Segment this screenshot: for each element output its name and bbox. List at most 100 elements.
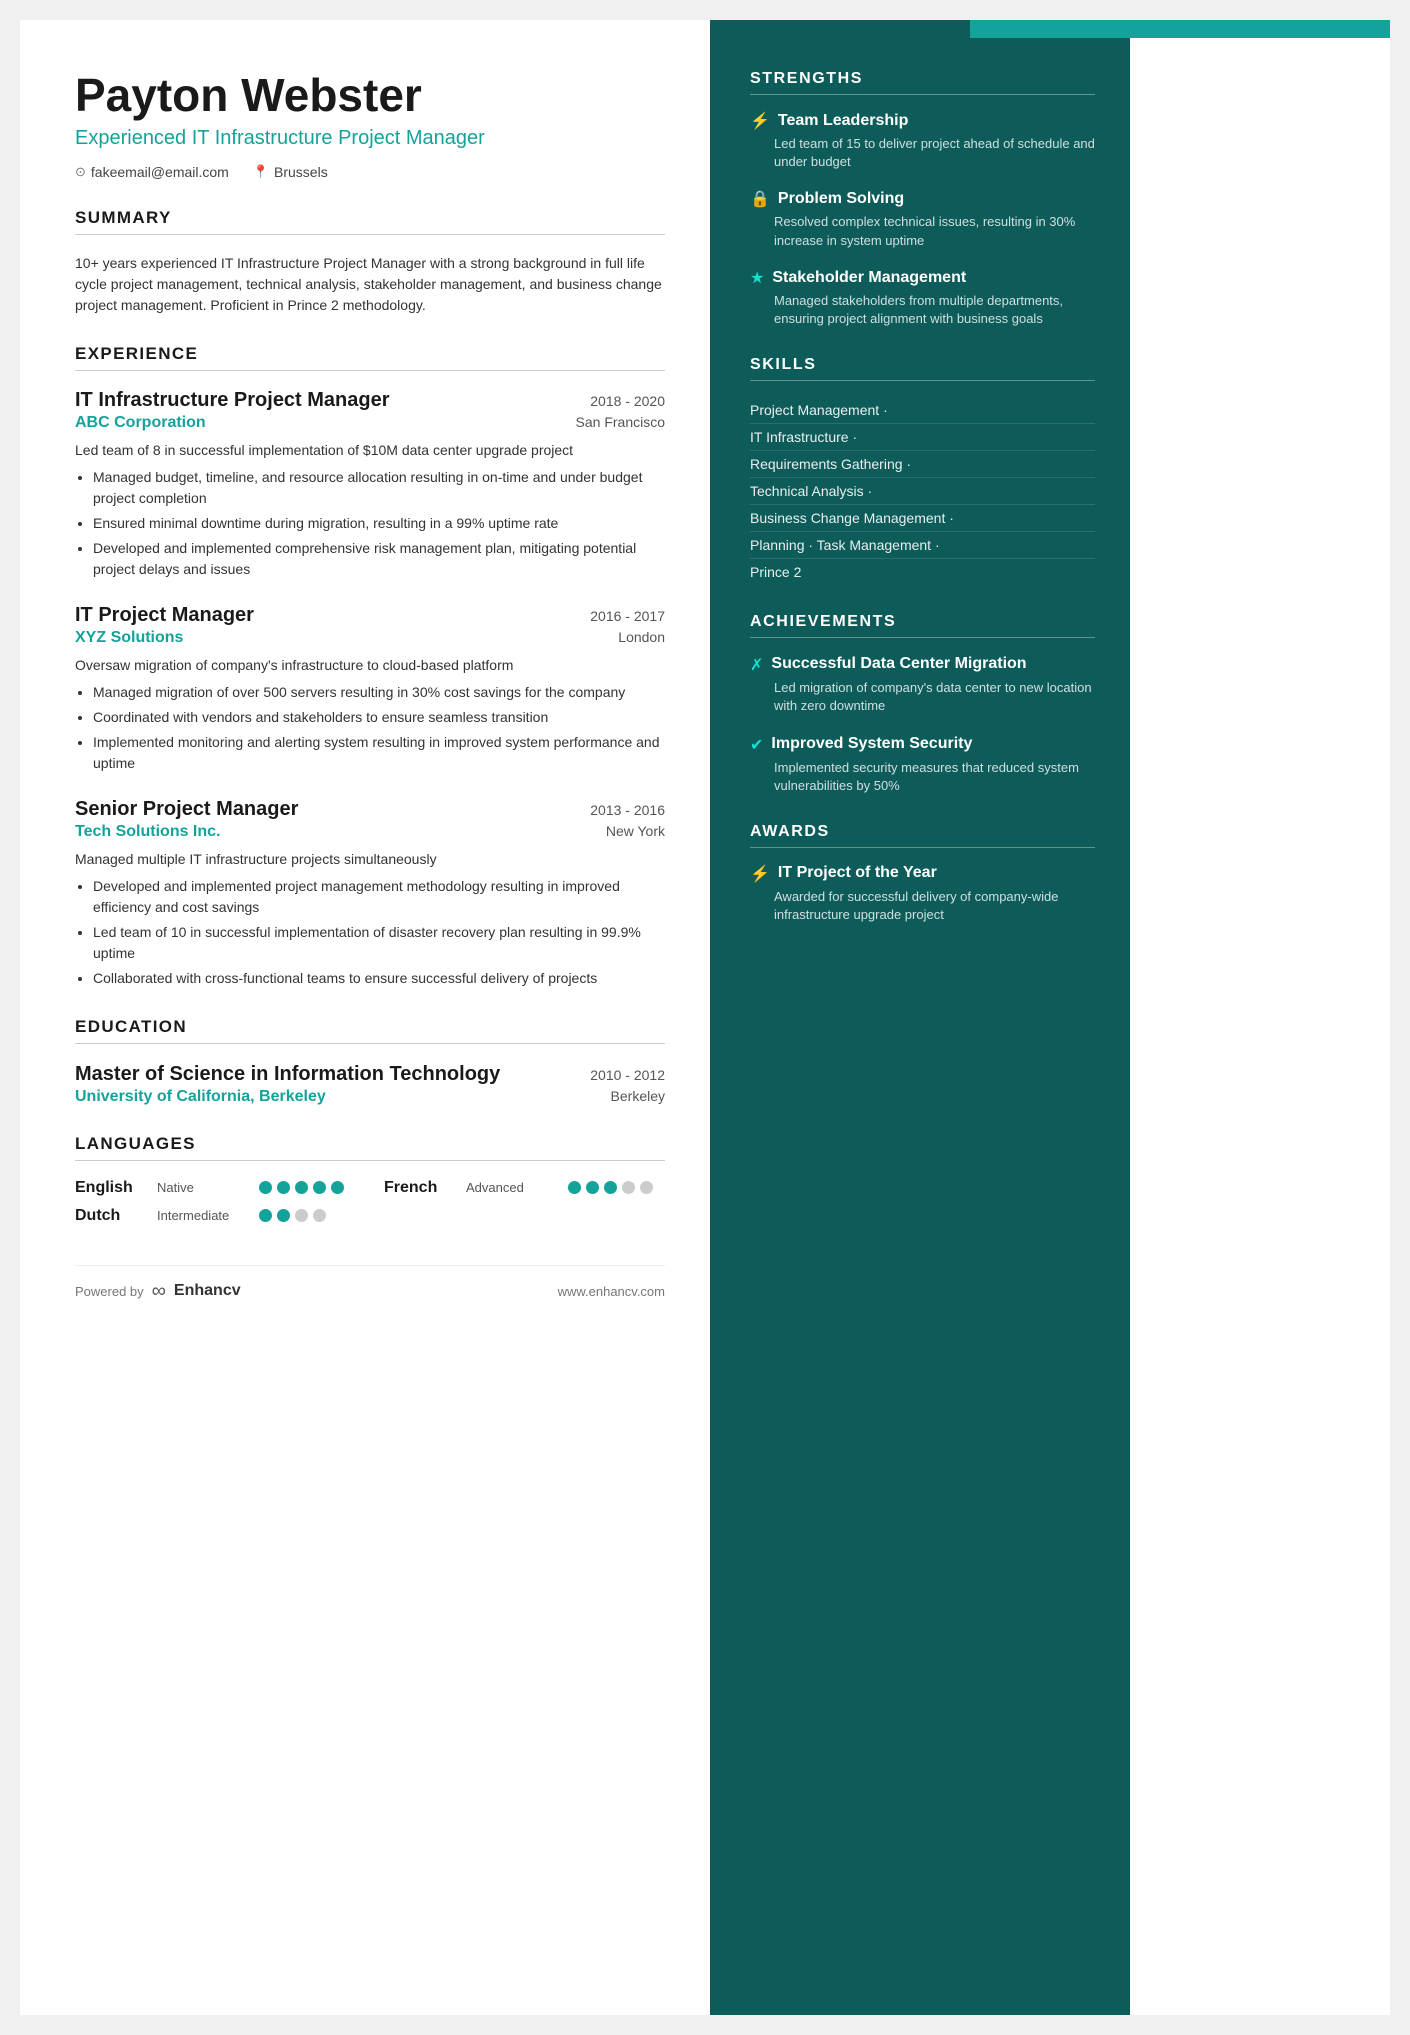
exp-title-1: IT Infrastructure Project Manager — [75, 389, 390, 412]
lang-dutch-level: Intermediate — [157, 1208, 247, 1223]
exp-sub-3: Tech Solutions Inc. New York — [75, 823, 665, 841]
strength-header-1: ⚡ Team Leadership — [750, 111, 1095, 131]
achievement-header-1: ✗ Successful Data Center Migration — [750, 654, 1095, 675]
strength-item-1: ⚡ Team Leadership Led team of 15 to deli… — [750, 111, 1095, 171]
summary-text: 10+ years experienced IT Infrastructure … — [75, 253, 665, 316]
achievement-desc-1: Led migration of company's data center t… — [750, 679, 1095, 715]
bullet-3-3: Collaborated with cross-functional teams… — [93, 968, 665, 989]
lang-dutch-name: Dutch — [75, 1207, 145, 1225]
exp-company-2: XYZ Solutions — [75, 629, 183, 647]
exp-header-1: IT Infrastructure Project Manager 2018 -… — [75, 389, 665, 412]
exp-header-3: Senior Project Manager 2013 - 2016 — [75, 798, 665, 821]
exp-desc-1: Led team of 8 in successful implementati… — [75, 440, 665, 461]
skill-3: Requirements Gathering · — [750, 451, 1095, 478]
exp-bullets-2: Managed migration of over 500 servers re… — [75, 682, 665, 774]
strength-desc-3: Managed stakeholders from multiple depar… — [750, 292, 1095, 328]
awards-section: AWARDS ⚡ IT Project of the Year Awarded … — [750, 823, 1095, 924]
dot — [277, 1209, 290, 1222]
enhancv-logo-icon: ∞ — [152, 1280, 166, 1303]
exp-bullets-1: Managed budget, timeline, and resource a… — [75, 467, 665, 580]
education-item-1: Master of Science in Information Technol… — [75, 1062, 665, 1106]
awards-title: AWARDS — [750, 823, 1095, 848]
dot — [277, 1181, 290, 1194]
skill-1: Project Management · — [750, 397, 1095, 424]
dot — [295, 1209, 308, 1222]
lang-dutch: Dutch Intermediate — [75, 1207, 326, 1225]
exp-company-1: ABC Corporation — [75, 414, 206, 432]
experience-title: EXPERIENCE — [75, 344, 665, 371]
award-name-1: IT Project of the Year — [778, 864, 937, 882]
strengths-title: STRENGTHS — [750, 70, 1095, 95]
achievement-item-2: ✔ Improved System Security Implemented s… — [750, 734, 1095, 795]
exp-location-1: San Francisco — [576, 414, 665, 430]
strength-header-2: 🔒 Problem Solving — [750, 189, 1095, 209]
powered-by-text: Powered by — [75, 1284, 144, 1299]
edu-degree-1: Master of Science in Information Technol… — [75, 1062, 500, 1086]
lang-english: English Native — [75, 1179, 344, 1197]
bullet-1-2: Ensured minimal downtime during migratio… — [93, 513, 665, 534]
dot — [622, 1181, 635, 1194]
languages-grid: English Native French Advanced — [75, 1179, 665, 1225]
achievement-header-2: ✔ Improved System Security — [750, 734, 1095, 755]
email-text: fakeemail@email.com — [91, 164, 229, 180]
edu-school-1: University of California, Berkeley — [75, 1088, 326, 1106]
location-text: Brussels — [274, 164, 328, 180]
brand-name: Enhancv — [174, 1282, 241, 1300]
skills-title: SKILLS — [750, 356, 1095, 381]
dot — [586, 1181, 599, 1194]
bullet-1-3: Developed and implemented comprehensive … — [93, 538, 665, 580]
exp-desc-2: Oversaw migration of company's infrastru… — [75, 655, 665, 676]
strength-name-2: Problem Solving — [778, 190, 904, 208]
education-section: EDUCATION Master of Science in Informati… — [75, 1017, 665, 1106]
dot — [295, 1181, 308, 1194]
education-title: EDUCATION — [75, 1017, 665, 1044]
summary-section: SUMMARY 10+ years experienced IT Infrast… — [75, 208, 665, 316]
top-accent-bar — [970, 20, 1390, 38]
lang-french-level: Advanced — [466, 1180, 556, 1195]
bullet-2-2: Coordinated with vendors and stakeholder… — [93, 707, 665, 728]
footer-logo: Powered by ∞ Enhancv — [75, 1280, 241, 1303]
exp-desc-3: Managed multiple IT infrastructure proje… — [75, 849, 665, 870]
experience-item-1: IT Infrastructure Project Manager 2018 -… — [75, 389, 665, 580]
strength-icon-1: ⚡ — [750, 111, 770, 131]
exp-date-3: 2013 - 2016 — [590, 802, 665, 818]
full-name: Payton Webster — [75, 70, 665, 121]
location-icon: 📍 — [253, 164, 269, 180]
experience-item-2: IT Project Manager 2016 - 2017 XYZ Solut… — [75, 604, 665, 774]
achievements-title: ACHIEVEMENTS — [750, 613, 1095, 638]
contact-info: ⊙ fakeemail@email.com 📍 Brussels — [75, 164, 665, 180]
bullet-3-2: Led team of 10 in successful implementat… — [93, 922, 665, 964]
bullet-1-1: Managed budget, timeline, and resource a… — [93, 467, 665, 509]
exp-sub-1: ABC Corporation San Francisco — [75, 414, 665, 432]
achievement-icon-2: ✔ — [750, 735, 763, 755]
strength-item-2: 🔒 Problem Solving Resolved complex techn… — [750, 189, 1095, 249]
strength-name-3: Stakeholder Management — [772, 269, 966, 287]
footer: Powered by ∞ Enhancv www.enhancv.com — [75, 1265, 665, 1303]
lang-english-name: English — [75, 1179, 145, 1197]
achievement-icon-1: ✗ — [750, 655, 763, 675]
strength-item-3: ★ Stakeholder Management Managed stakeho… — [750, 268, 1095, 328]
lang-row-2: Dutch Intermediate — [75, 1207, 665, 1225]
lang-dutch-dots — [259, 1209, 326, 1222]
achievement-item-1: ✗ Successful Data Center Migration Led m… — [750, 654, 1095, 715]
footer-website: www.enhancv.com — [558, 1284, 665, 1299]
achievement-name-1: Successful Data Center Migration — [771, 654, 1026, 673]
strength-desc-2: Resolved complex technical issues, resul… — [750, 213, 1095, 249]
dot — [259, 1181, 272, 1194]
strengths-section: STRENGTHS ⚡ Team Leadership Led team of … — [750, 70, 1095, 328]
lang-row-1: English Native French Advanced — [75, 1179, 665, 1197]
award-icon-1: ⚡ — [750, 864, 770, 884]
experience-item-3: Senior Project Manager 2013 - 2016 Tech … — [75, 798, 665, 989]
exp-header-2: IT Project Manager 2016 - 2017 — [75, 604, 665, 627]
bullet-3-1: Developed and implemented project manage… — [93, 876, 665, 918]
email-contact: ⊙ fakeemail@email.com — [75, 164, 229, 180]
achievement-desc-2: Implemented security measures that reduc… — [750, 759, 1095, 795]
award-item-1: ⚡ IT Project of the Year Awarded for suc… — [750, 864, 1095, 924]
exp-date-1: 2018 - 2020 — [590, 393, 665, 409]
dot — [313, 1209, 326, 1222]
skill-6: Planning · Task Management · — [750, 532, 1095, 559]
strength-name-1: Team Leadership — [778, 112, 908, 130]
email-icon: ⊙ — [75, 164, 86, 180]
summary-title: SUMMARY — [75, 208, 665, 235]
edu-header-1: Master of Science in Information Technol… — [75, 1062, 665, 1086]
